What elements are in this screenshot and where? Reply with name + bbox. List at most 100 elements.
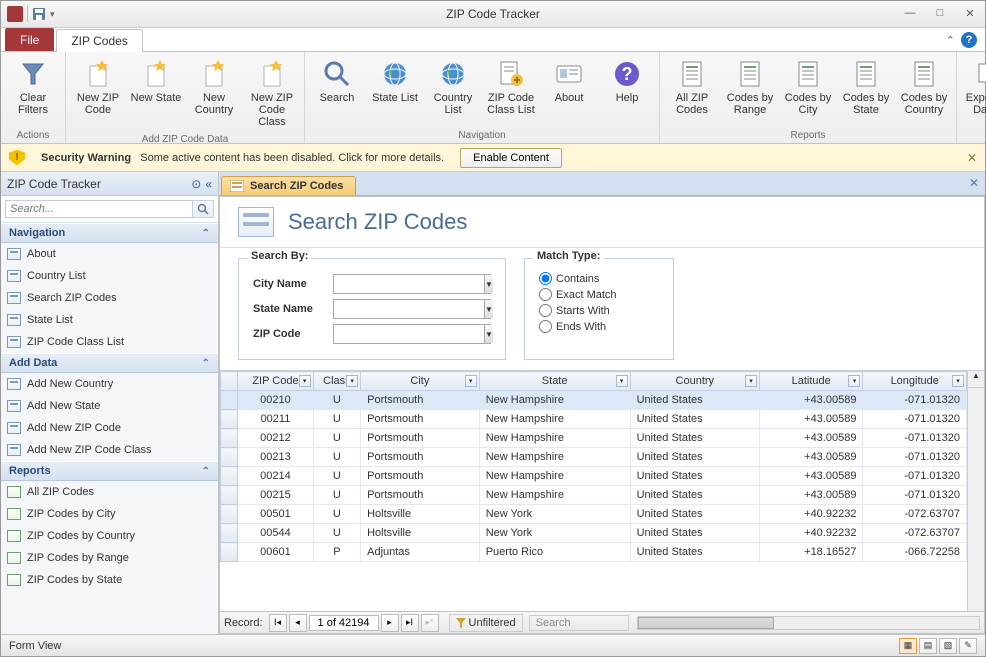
about-button[interactable]: About [541,54,597,108]
form-view-button[interactable]: ▦ [899,638,917,654]
new-zip-code-class-button[interactable]: New ZIP Code Class [244,54,300,132]
results-grid[interactable]: ZIP Code▾Class▾City▾State▾Country▾Latitu… [220,371,967,611]
filter-dropdown-icon[interactable]: ▾ [346,375,358,387]
match-contains-radio[interactable]: Contains [539,272,659,285]
nav-item-zip-codes-by-city[interactable]: ZIP Codes by City [1,503,218,525]
doc-tab-search-zip-codes[interactable]: Search ZIP Codes [221,176,356,195]
nav-search-input[interactable] [5,200,192,218]
dropdown-icon[interactable]: ▼ [484,300,493,318]
nav-item-add-new-country[interactable]: Add New Country [1,373,218,395]
vertical-scrollbar[interactable]: ▲ [967,371,984,611]
filter-dropdown-icon[interactable]: ▾ [299,375,311,387]
row-selector[interactable] [221,467,238,486]
col-zip-code[interactable]: ZIP Code▾ [238,372,313,391]
row-selector[interactable] [221,391,238,410]
table-row[interactable]: 00213UPortsmouthNew HampshireUnited Stat… [221,448,967,467]
table-row[interactable]: 00211UPortsmouthNew HampshireUnited Stat… [221,410,967,429]
nav-item-all-zip-codes[interactable]: All ZIP Codes [1,481,218,503]
table-row[interactable]: 00215UPortsmouthNew HampshireUnited Stat… [221,486,967,505]
design-view-button[interactable]: ✎ [959,638,977,654]
row-selector[interactable] [221,486,238,505]
nav-item-country-list[interactable]: Country List [1,265,218,287]
nav-next-button[interactable]: ▸ [381,614,399,632]
new-state-button[interactable]: New State [128,54,184,108]
match-starts-with-radio[interactable]: Starts With [539,304,659,317]
qat-save-icon[interactable] [32,7,46,21]
help-icon[interactable]: ? [961,32,977,48]
zip-code-combo[interactable]: ▼ [333,324,491,344]
state-name-combo[interactable]: ▼ [333,299,491,319]
filter-dropdown-icon[interactable]: ▾ [745,375,757,387]
table-row[interactable]: 00601PAdjuntasPuerto RicoUnited States+1… [221,543,967,562]
nav-item-state-list[interactable]: State List [1,309,218,331]
table-row[interactable]: 00210UPortsmouthNew HampshireUnited Stat… [221,391,967,410]
codes-by-country-button[interactable]: Codes by Country [896,54,952,120]
country-list-button[interactable]: Country List [425,54,481,120]
nav-category-reports[interactable]: Reports⌃ [1,461,218,481]
row-selector[interactable] [221,505,238,524]
row-selector[interactable] [221,429,238,448]
new-country-button[interactable]: New Country [186,54,242,120]
state-list-button[interactable]: State List [367,54,423,108]
help-button[interactable]: ?Help [599,54,655,108]
security-message[interactable]: Security Warning Some active content has… [41,152,444,164]
city-name-combo[interactable]: ▼ [333,274,491,294]
collapse-ribbon-icon[interactable]: ⌃ [946,34,955,47]
search-button[interactable]: Search [309,54,365,108]
nav-dropdown-icon[interactable]: ⊙ [191,177,201,191]
horizontal-scrollbar[interactable] [637,616,980,630]
dropdown-icon[interactable]: ▼ [484,275,493,293]
zip-code-class-list-button[interactable]: ZIP Code Class List [483,54,539,120]
row-selector[interactable] [221,410,238,429]
nav-item-add-new-zip-code-class[interactable]: Add New ZIP Code Class [1,439,218,461]
row-selector[interactable] [221,448,238,467]
nav-item-add-new-state[interactable]: Add New State [1,395,218,417]
nav-item-zip-codes-by-country[interactable]: ZIP Codes by Country [1,525,218,547]
filter-indicator[interactable]: Unfiltered [449,614,523,632]
codes-by-city-button[interactable]: Codes by City [780,54,836,120]
nav-first-button[interactable]: I◂ [269,614,287,632]
datasheet-view-button[interactable]: ▤ [919,638,937,654]
nav-category-add-data[interactable]: Add Data⌃ [1,353,218,373]
table-row[interactable]: 00212UPortsmouthNew HampshireUnited Stat… [221,429,967,448]
layout-view-button[interactable]: ▧ [939,638,957,654]
match-exact-match-radio[interactable]: Exact Match [539,288,659,301]
nav-pane-header[interactable]: ZIP Code Tracker ⊙ « [1,172,218,196]
record-search-input[interactable]: Search [529,615,629,631]
filter-dropdown-icon[interactable]: ▾ [952,375,964,387]
maximize-button[interactable]: □ [929,4,951,22]
table-row[interactable]: 00501UHoltsvilleNew YorkUnited States+40… [221,505,967,524]
nav-new-button[interactable]: ▸* [421,614,439,632]
col-city[interactable]: City▾ [361,372,480,391]
clear-filters-button[interactable]: Clear Filters [5,54,61,120]
tab-zip-codes[interactable]: ZIP Codes [56,29,142,52]
record-position-input[interactable] [309,615,379,631]
new-zip-code-button[interactable]: New ZIP Code [70,54,126,120]
codes-by-state-button[interactable]: Codes by State [838,54,894,120]
filter-dropdown-icon[interactable]: ▾ [465,375,477,387]
all-zip-codes-button[interactable]: All ZIP Codes [664,54,720,120]
match-ends-with-radio[interactable]: Ends With [539,320,659,333]
nav-search-button[interactable] [192,200,214,218]
codes-by-range-button[interactable]: Codes by Range [722,54,778,120]
dropdown-icon[interactable]: ▼ [484,325,493,343]
minimize-button[interactable]: — [899,4,921,22]
col-class[interactable]: Class▾ [313,372,360,391]
doc-tab-close-icon[interactable]: ✕ [969,176,979,190]
nav-item-zip-codes-by-state[interactable]: ZIP Codes by State [1,569,218,591]
export-all-data-button[interactable]: Export All Data ▾ [961,54,986,120]
table-row[interactable]: 00214UPortsmouthNew HampshireUnited Stat… [221,467,967,486]
close-button[interactable]: ✕ [959,4,981,22]
row-selector[interactable] [221,543,238,562]
qat-customize[interactable]: ▾ [50,9,55,20]
nav-item-zip-code-class-list[interactable]: ZIP Code Class List [1,331,218,353]
nav-item-about[interactable]: About [1,243,218,265]
nav-category-navigation[interactable]: Navigation⌃ [1,223,218,243]
col-latitude[interactable]: Latitude▾ [759,372,862,391]
nav-item-add-new-zip-code[interactable]: Add New ZIP Code [1,417,218,439]
filter-dropdown-icon[interactable]: ▾ [616,375,628,387]
nav-prev-button[interactable]: ◂ [289,614,307,632]
table-row[interactable]: 00544UHoltsvilleNew YorkUnited States+40… [221,524,967,543]
col-country[interactable]: Country▾ [630,372,759,391]
nav-collapse-icon[interactable]: « [205,177,212,191]
